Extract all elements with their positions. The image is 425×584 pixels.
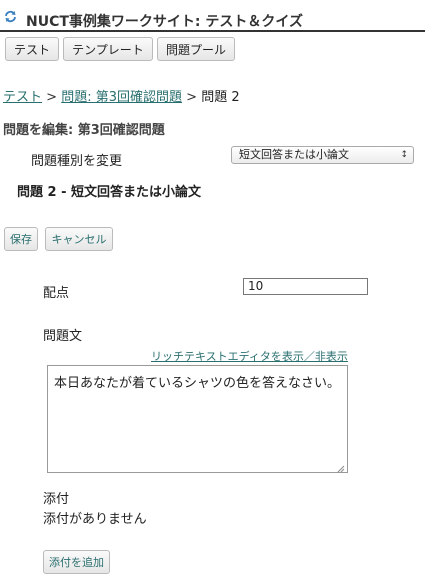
edit-heading: 問題を編集: 第3回確認問題 bbox=[3, 123, 165, 138]
no-attachments-text: 添付がありません bbox=[43, 512, 147, 527]
question-heading: 問題 2 - 短文回答または小論文 bbox=[17, 185, 202, 200]
tests-button[interactable]: テスト bbox=[5, 37, 59, 61]
change-type-label: 問題種別を変更 bbox=[31, 154, 123, 169]
breadcrumb: テスト > 問題: 第3回確認問題 > 問題 2 bbox=[3, 86, 240, 105]
breadcrumb-separator: > bbox=[46, 90, 58, 105]
breadcrumb-tests-link[interactable]: テスト bbox=[3, 90, 42, 105]
breadcrumb-separator: > bbox=[186, 90, 198, 105]
chevron-updown-icon: ↕ bbox=[400, 150, 408, 160]
breadcrumb-current: 問題 2 bbox=[201, 90, 240, 105]
question-text-value: 本日あなたが着ているシャツの色を答えなさい。 bbox=[54, 376, 341, 391]
question-type-value: 短文回答または小論文 bbox=[239, 148, 349, 161]
cancel-button[interactable]: キャンセル bbox=[45, 227, 113, 251]
add-attachment-button[interactable]: 添付を追加 bbox=[43, 550, 110, 574]
question-type-select[interactable]: 短文回答または小論文 ↕ bbox=[231, 146, 414, 164]
question-text-label: 問題文 bbox=[43, 329, 83, 344]
attachments-label: 添付 bbox=[43, 492, 70, 507]
refresh-icon[interactable] bbox=[4, 10, 17, 23]
question-pool-button[interactable]: 問題プール bbox=[157, 37, 235, 61]
templates-button[interactable]: テンプレート bbox=[63, 37, 153, 61]
rich-text-toggle-link[interactable]: リッチテキストエディタを表示／非表示 bbox=[151, 348, 348, 364]
question-text-area[interactable]: 本日あなたが着ているシャツの色を答えなさい。 bbox=[47, 365, 348, 473]
save-button[interactable]: 保存 bbox=[4, 227, 38, 251]
points-input[interactable]: 10 bbox=[243, 278, 368, 295]
resize-handle-icon[interactable] bbox=[337, 462, 345, 473]
page-title: NUCT事例集ワークサイト: テスト＆クイズ bbox=[26, 14, 303, 30]
breadcrumb-question-set-link[interactable]: 問題: 第3回確認問題 bbox=[61, 90, 182, 105]
points-label: 配点 bbox=[43, 286, 70, 301]
